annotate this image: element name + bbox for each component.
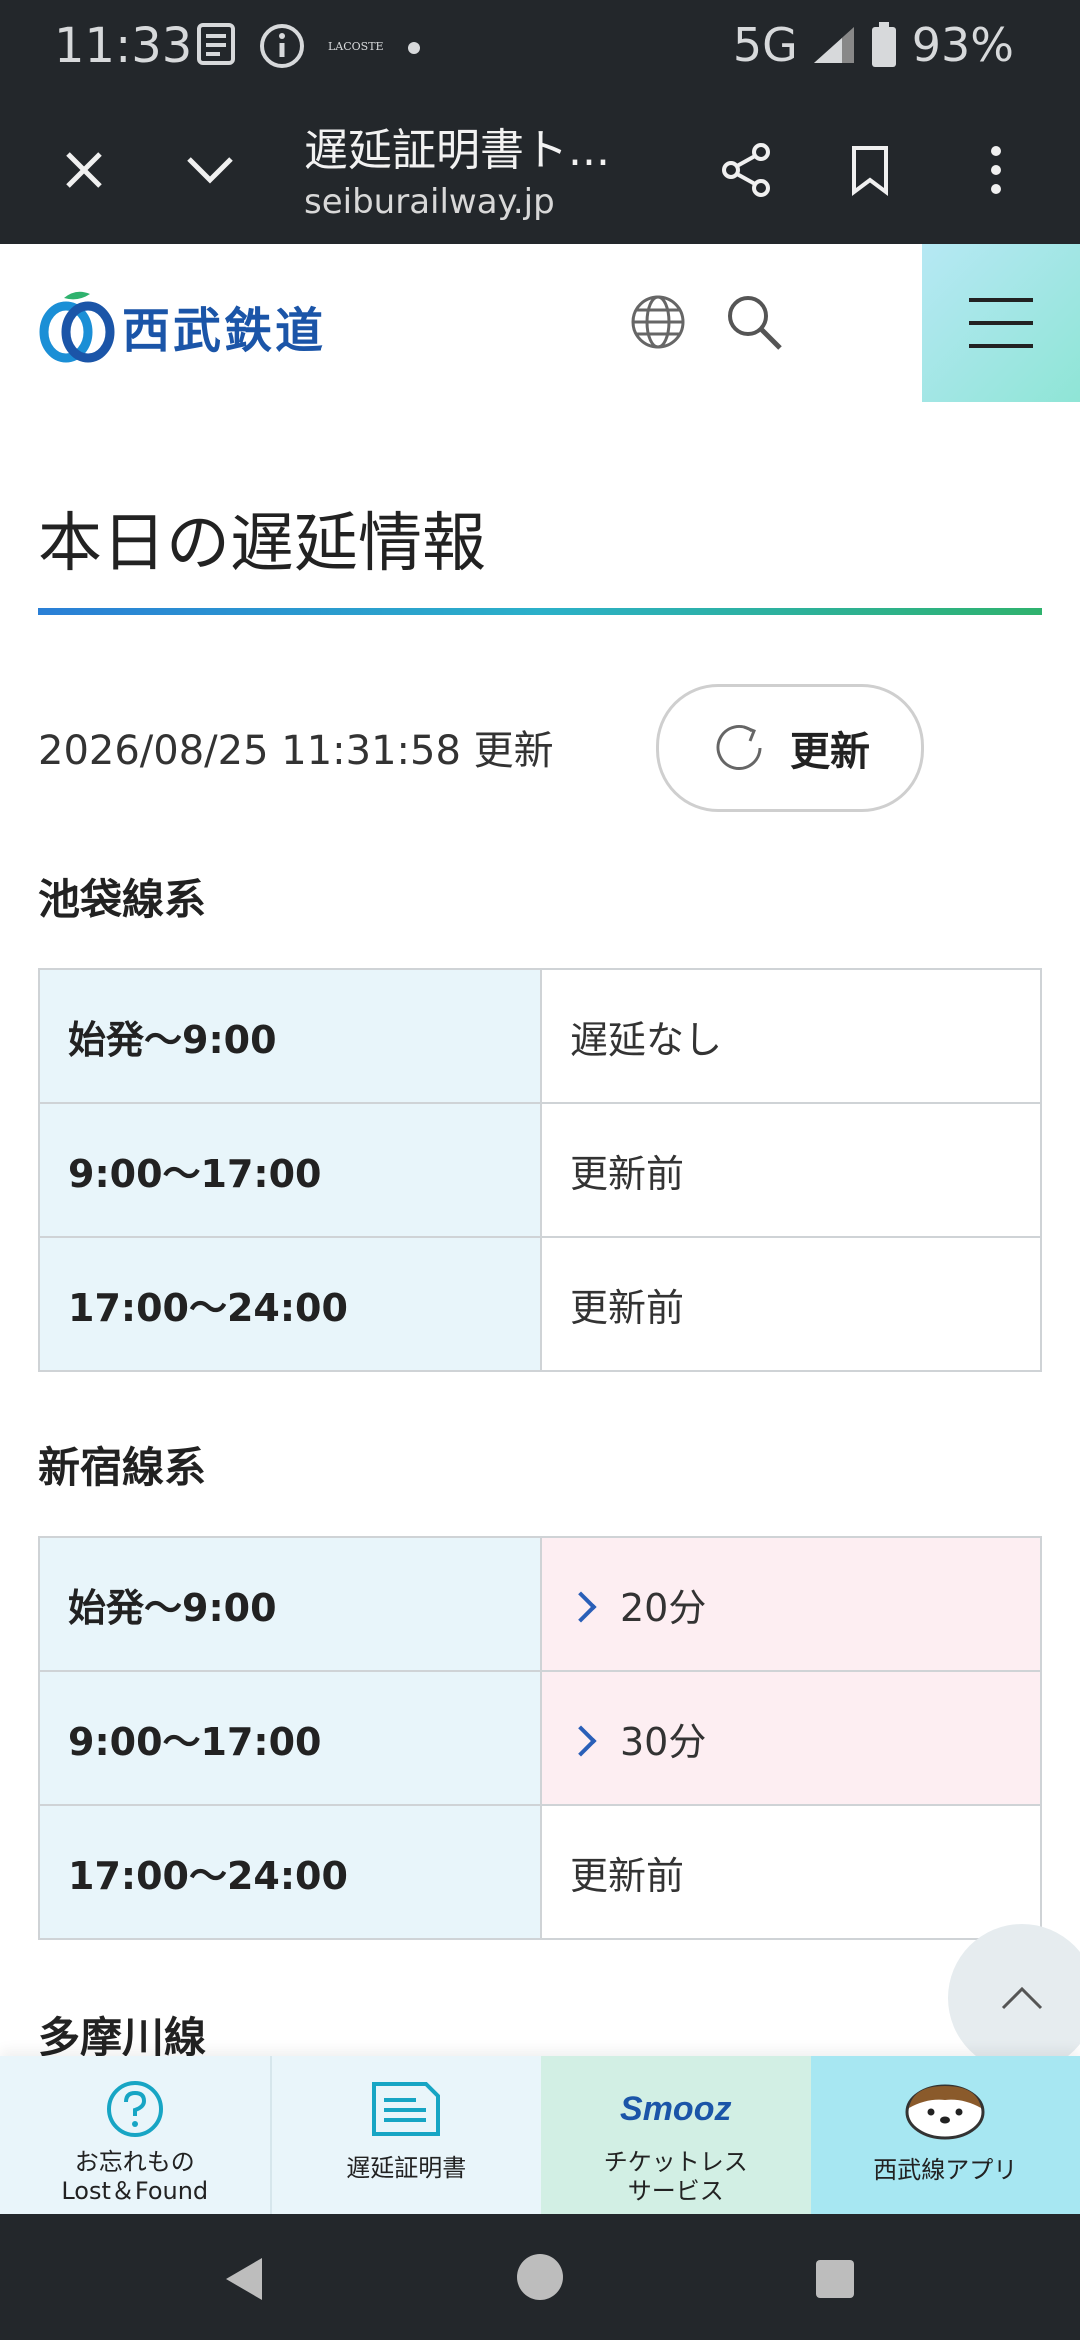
status-right: 5G 93% [733, 18, 1014, 72]
share-button[interactable] [710, 134, 782, 206]
refresh-button[interactable]: 更新 [656, 684, 924, 812]
time-slot: 17:00～24:00 [38, 1236, 542, 1372]
language-button[interactable] [628, 292, 692, 356]
nav-seibu-app[interactable]: 西武線アプリ [810, 2056, 1080, 2214]
table-row: 17:00～24:00 更新前 [38, 1804, 1042, 1940]
chevron-right-icon [565, 1725, 597, 1757]
android-nav-bar [0, 2214, 1080, 2340]
section-title-shinjuku: 新宿線系 [38, 1443, 207, 1492]
site-logo[interactable]: 西武鉄道 [38, 288, 326, 364]
time-slot: 始発～9:00 [38, 968, 542, 1104]
share-icon [722, 143, 770, 197]
smooz-logo-text: Smooz [620, 2089, 732, 2128]
section-title-ikebukuro: 池袋線系 [38, 875, 207, 924]
home-button[interactable] [505, 2242, 575, 2312]
last-updated-text: 2026/08/25 11:31:58 更新 [38, 728, 554, 774]
page-url[interactable]: seiburailway.jp [304, 182, 555, 222]
recents-button[interactable] [800, 2244, 870, 2314]
status-bar: 11:33 LACOSTE 5G 93% [0, 0, 1080, 96]
table-row: 始発～9:00 遅延なし [38, 968, 1042, 1104]
time-slot: 9:00～17:00 [38, 1670, 542, 1806]
bottom-nav: お忘れもの Lost＆Found 遅延証明書 Smooz チケットレス サービス… [0, 2056, 1080, 2214]
menu-icon [969, 298, 1033, 348]
delay-table-ikebukuro: 始発～9:00 遅延なし 9:00～17:00 更新前 17:00～24:00 … [38, 968, 1042, 1372]
time-slot: 17:00～24:00 [38, 1804, 542, 1940]
table-row: 始発～9:00 20分 [38, 1536, 1042, 1672]
site-header: 西武鉄道 [0, 244, 1080, 402]
nav-label: お忘れもの [74, 2148, 195, 2176]
help-circle-icon [105, 2076, 165, 2142]
delay-link-cell[interactable]: 30分 [540, 1670, 1042, 1806]
delay-status: 遅延なし [540, 968, 1042, 1104]
chevron-down-icon [187, 157, 233, 184]
back-to-top-button[interactable] [948, 1924, 1080, 2072]
more-vertical-icon [991, 146, 1001, 194]
hamburger-menu-button[interactable] [922, 244, 1080, 402]
chevron-right-icon [565, 1591, 597, 1623]
nav-label: 遅延証明書 [346, 2154, 467, 2182]
browser-toolbar: 遅延証明書ト... seiburailway.jp [0, 96, 1080, 246]
refresh-label: 更新 [790, 729, 870, 775]
delay-status: 更新前 [540, 1236, 1042, 1372]
delay-status: 更新前 [540, 1102, 1042, 1238]
search-button[interactable] [724, 292, 788, 356]
bookmark-button[interactable] [834, 134, 906, 206]
page-title: 本日の遅延情報 [38, 507, 486, 581]
nav-delay-certificate[interactable]: 遅延証明書 [271, 2056, 541, 2214]
lacoste-logo: LACOSTE [328, 40, 384, 53]
nav-smooz-ticketless[interactable]: Smooz チケットレス サービス [541, 2056, 811, 2214]
bookmark-icon [852, 146, 888, 196]
delay-table-shinjuku: 始発～9:00 20分 9:00～17:00 30分 17:00～24:00 更… [38, 1536, 1042, 1940]
delay-minutes[interactable]: 30分 [620, 1720, 706, 1764]
nav-label: サービス [627, 2177, 724, 2205]
more-options-button[interactable] [960, 134, 1032, 206]
document-icon [370, 2076, 442, 2142]
seibu-logo-icon [39, 291, 115, 363]
notes-icon [196, 22, 236, 70]
back-triangle-icon [226, 2258, 262, 2300]
delay-status: 更新前 [540, 1804, 1042, 1940]
home-circle-icon [517, 2254, 563, 2300]
recents-square-icon [816, 2260, 854, 2298]
page-tab-title[interactable]: 遅延証明書ト... [304, 114, 610, 178]
table-row: 9:00～17:00 更新前 [38, 1102, 1042, 1238]
globe-icon [631, 295, 685, 349]
smooz-logo: Smooz [620, 2076, 731, 2142]
title-divider [38, 608, 1042, 615]
nav-lost-found[interactable]: お忘れもの Lost＆Found [0, 2056, 272, 2214]
close-icon [66, 152, 102, 188]
table-row: 17:00～24:00 更新前 [38, 1236, 1042, 1372]
logo-text: 西武鉄道 [122, 303, 327, 359]
chevron-up-icon [1001, 1986, 1043, 2010]
status-time: 11:33 [54, 18, 193, 74]
signal-icon [813, 27, 854, 63]
info-icon [258, 22, 306, 74]
time-slot: 9:00～17:00 [38, 1102, 542, 1238]
battery-icon [871, 22, 896, 67]
search-icon [728, 296, 782, 350]
nav-label: 西武線アプリ [873, 2156, 1018, 2184]
nav-label: Lost＆Found [61, 2177, 209, 2205]
delay-link-cell[interactable]: 20分 [540, 1536, 1042, 1672]
collapse-button[interactable] [174, 134, 246, 206]
back-button[interactable] [210, 2244, 280, 2314]
notification-dot-icon [408, 42, 420, 54]
network-type: 5G [732, 18, 798, 72]
nav-label: チケットレス [603, 2148, 748, 2176]
battery-percent: 93% [911, 18, 1014, 72]
delay-minutes[interactable]: 20分 [620, 1586, 706, 1630]
refresh-icon [716, 725, 762, 770]
close-tab-button[interactable] [48, 134, 120, 206]
otter-mascot-icon [903, 2076, 987, 2142]
table-row: 9:00～17:00 30分 [38, 1670, 1042, 1806]
time-slot: 始発～9:00 [38, 1536, 542, 1672]
